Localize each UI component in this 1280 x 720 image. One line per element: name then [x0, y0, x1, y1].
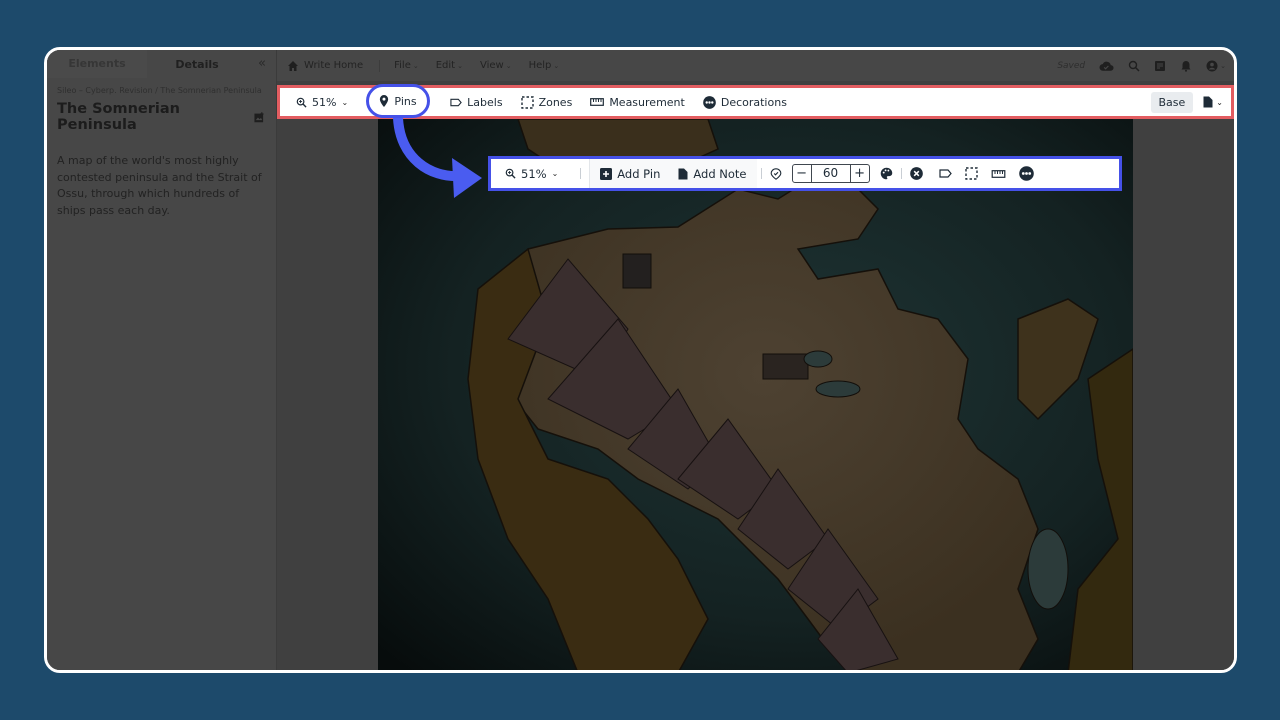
- map-lake: [1027, 528, 1069, 610]
- chevron-down-icon: ⌄: [457, 61, 463, 70]
- pins-tool[interactable]: Pins: [366, 84, 430, 118]
- increment-button[interactable]: +: [851, 165, 869, 182]
- title-row: The Somnerian Peninsula: [57, 101, 264, 133]
- decorations-label: Decorations: [720, 95, 787, 109]
- chevron-down-icon: ⌄: [553, 61, 560, 70]
- sub-zoom-dropdown[interactable]: 51% ⌄: [505, 167, 558, 181]
- menu-edit[interactable]: Edit ⌄: [436, 60, 463, 71]
- label-tag-icon[interactable]: [938, 169, 952, 178]
- close-circle-icon[interactable]: [909, 167, 923, 180]
- menu-view[interactable]: View ⌄: [480, 60, 512, 71]
- map-fortress: [762, 353, 809, 380]
- decorations-dots-icon: [703, 95, 716, 109]
- label-tag-icon: [450, 98, 462, 106]
- pins-toolbar: 51% ⌄ Add Pin Add Note − 60 +: [488, 156, 1122, 191]
- zones-label: Zones: [538, 95, 573, 109]
- write-home-label: Write Home: [304, 60, 364, 71]
- notes-icon[interactable]: [1154, 60, 1166, 72]
- decrement-button[interactable]: −: [793, 165, 811, 182]
- map-tower: [622, 253, 652, 289]
- page-title: The Somnerian Peninsula: [57, 101, 180, 133]
- chevron-down-icon: ⌄: [341, 97, 349, 107]
- menu-bar: Write Home File ⌄ Edit ⌄ View ⌄ Help ⌄ Saved…: [277, 50, 1234, 81]
- toolbar-divider: [900, 168, 902, 179]
- zoom-value: 51%: [312, 95, 337, 109]
- measurement-tool[interactable]: Measurement: [590, 96, 685, 109]
- chevron-down-icon: ⌄: [551, 169, 559, 178]
- ruler-icon: [590, 98, 605, 106]
- menu-file-label: File: [394, 60, 411, 71]
- callout-arrow: [393, 118, 482, 198]
- file-icon: [678, 168, 688, 179]
- labels-label: Labels: [467, 95, 503, 109]
- tab-elements[interactable]: Elements: [47, 50, 147, 78]
- menubar-actions: Saved ⌄: [1057, 60, 1226, 72]
- menu-help-label: Help: [528, 60, 552, 71]
- map-pin-icon: [380, 95, 389, 107]
- layer-base-button[interactable]: Base: [1150, 91, 1194, 113]
- ruler-icon[interactable]: [991, 169, 1006, 178]
- map-image[interactable]: [378, 119, 1133, 670]
- write-home-link[interactable]: Write Home: [287, 60, 363, 72]
- dashed-square-icon[interactable]: [964, 167, 978, 180]
- file-icon: [1203, 96, 1213, 108]
- pin-outline-icon[interactable]: [770, 167, 782, 180]
- add-note-label: Add Note: [693, 166, 747, 181]
- pin-size-stepper: − 60 +: [791, 164, 870, 183]
- home-icon: [288, 60, 298, 71]
- palette-icon[interactable]: [880, 167, 893, 180]
- decorations-tool[interactable]: Decorations: [703, 96, 787, 109]
- add-pin-button[interactable]: Add Pin: [600, 167, 660, 181]
- cloud-check-icon: [1099, 61, 1114, 71]
- double-chevron-left-icon[interactable]: «: [258, 56, 266, 71]
- save-status: Saved: [1057, 60, 1086, 71]
- sidebar-tabs: Elements Details «: [47, 50, 276, 78]
- pin-size-input[interactable]: 60: [810, 165, 851, 182]
- add-note-button[interactable]: Add Note: [678, 166, 747, 181]
- add-image-icon[interactable]: [254, 111, 264, 123]
- zones-tool[interactable]: Zones: [520, 95, 573, 109]
- dashed-square-icon: [520, 95, 534, 109]
- toolbar-right: Base ⌄: [1150, 91, 1223, 113]
- chevron-down-icon: ⌄: [1220, 61, 1226, 70]
- toolbar-divider: [580, 168, 582, 179]
- chevron-down-icon: ⌄: [1216, 97, 1223, 107]
- breadcrumb[interactable]: Sileo – Cyberp. Revision / The Somnerian…: [57, 86, 276, 95]
- menu-view-label: View: [479, 60, 504, 71]
- chevron-down-icon: ⌄: [412, 61, 419, 70]
- zoom-in-icon: [296, 97, 307, 108]
- document-description: A map of the world's most highly contest…: [57, 154, 262, 217]
- chevron-down-icon: ⌄: [505, 61, 512, 70]
- measurement-label: Measurement: [609, 95, 685, 109]
- app-window: Elements Details « Sileo – Cyberp. Revis…: [44, 47, 1237, 673]
- zoom-dropdown[interactable]: 51% ⌄: [296, 96, 348, 109]
- menu-file[interactable]: File ⌄: [394, 60, 419, 71]
- add-actions: Add Pin Add Note: [589, 159, 757, 188]
- toolbar-divider: [760, 168, 762, 179]
- menu-edit-label: Edit: [435, 60, 456, 71]
- sidebar: Elements Details « Sileo – Cyberp. Revis…: [47, 50, 277, 670]
- labels-tool[interactable]: Labels: [450, 95, 503, 109]
- file-menu[interactable]: ⌄: [1203, 96, 1223, 108]
- pins-label: Pins: [394, 94, 417, 108]
- map-toolbar: 51% ⌄ Pins Labels Zones Measurement Deco…: [277, 84, 1234, 119]
- sub-zoom-value: 51%: [521, 166, 547, 181]
- menu-help[interactable]: Help ⌄: [529, 60, 560, 71]
- zoom-in-icon: [505, 168, 516, 179]
- map-illustration: [378, 119, 1133, 670]
- add-pin-label: Add Pin: [617, 166, 661, 181]
- decorations-dots-icon[interactable]: [1018, 166, 1034, 181]
- map-lake: [803, 350, 833, 368]
- menu-divider: [379, 59, 381, 72]
- tab-details[interactable]: Details: [147, 58, 247, 71]
- search-icon[interactable]: [1128, 60, 1140, 72]
- account-icon: [1206, 60, 1218, 71]
- bell-icon[interactable]: [1180, 60, 1192, 72]
- map-lake: [815, 380, 861, 398]
- account-menu[interactable]: ⌄: [1206, 60, 1226, 72]
- add-box-icon: [600, 167, 613, 180]
